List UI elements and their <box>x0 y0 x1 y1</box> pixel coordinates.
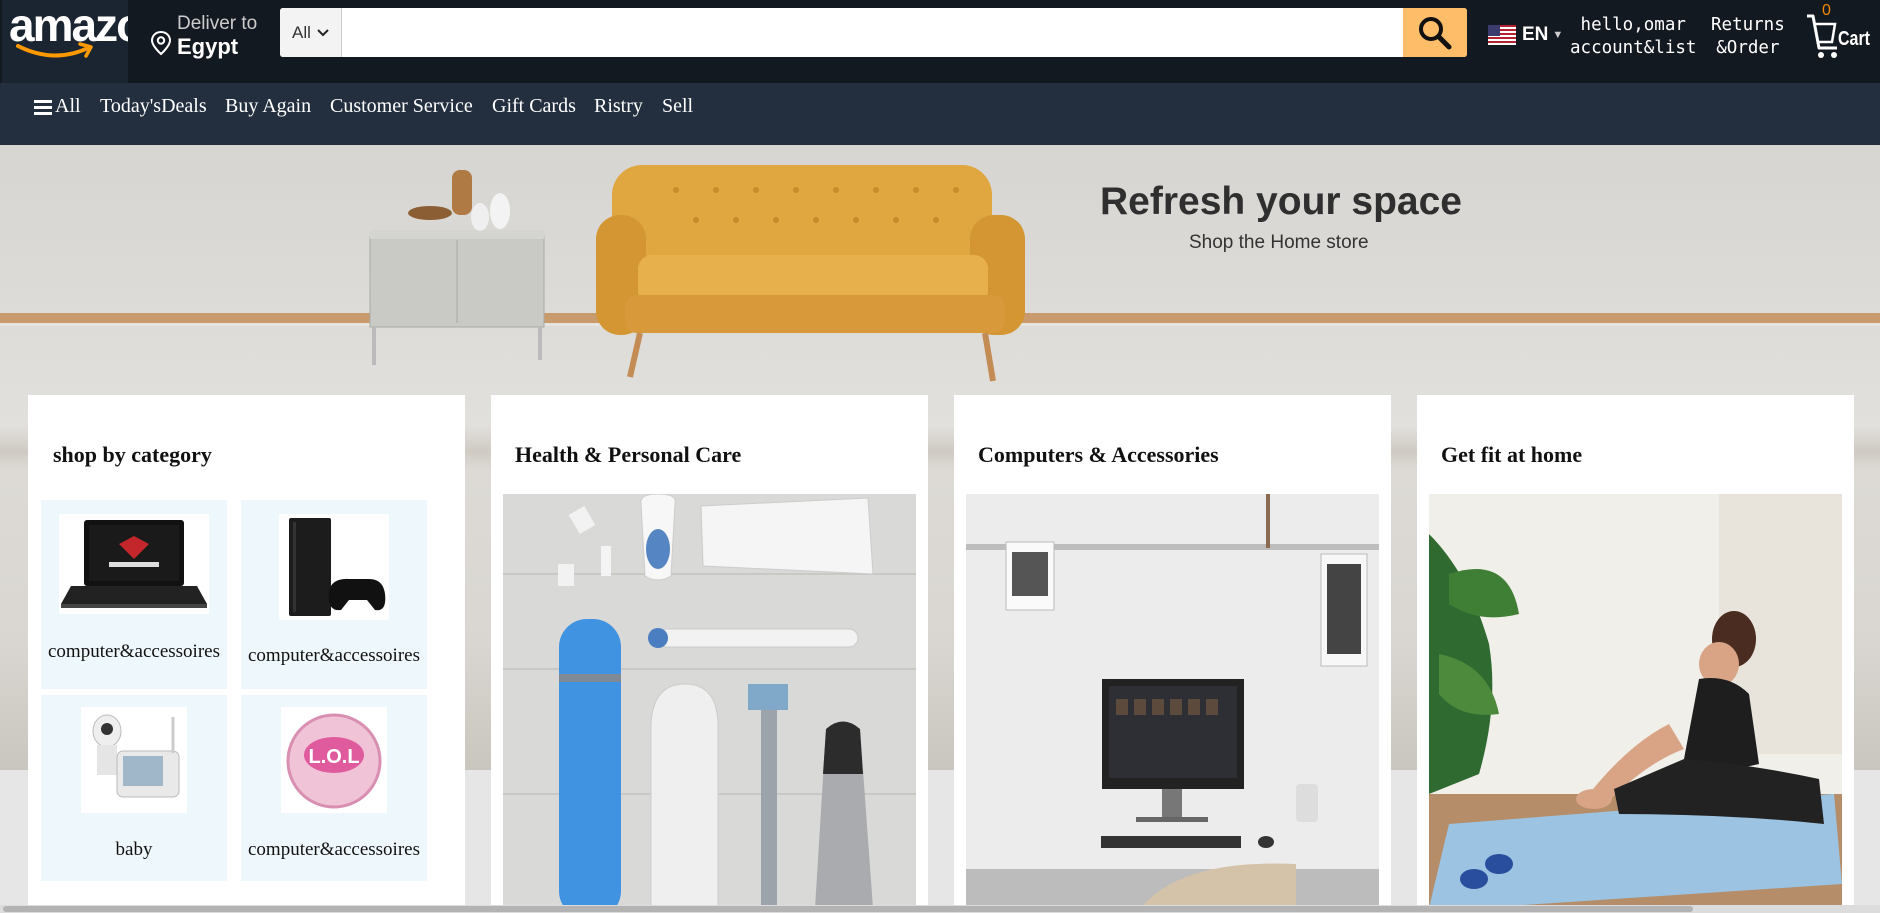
hero-title: Refresh your space <box>1100 180 1462 223</box>
card-title: Health & Personal Care <box>515 442 742 467</box>
nav-item-todays-deals[interactable]: Today'sDeals <box>100 95 207 118</box>
amazon-logo[interactable]: amazon <box>2 0 128 83</box>
card-computers-accessories[interactable]: Computers & Accessories <box>954 395 1391 913</box>
toy-ball-image: L.O.L <box>281 707 387 813</box>
language-selector[interactable]: EN ▼ <box>1488 24 1563 46</box>
us-flag-icon <box>1488 25 1516 45</box>
desktop-computer-image <box>966 494 1379 908</box>
laptop-image <box>59 514 209 614</box>
top-header: amazon Deliver to Egypt All <box>0 0 1880 83</box>
orders-label: &Order <box>1716 38 1780 58</box>
hamburger-icon <box>34 97 52 118</box>
deliver-label: Deliver to <box>177 13 258 34</box>
chevron-down-icon <box>317 28 329 36</box>
deliver-to[interactable]: Deliver to Egypt <box>150 12 268 62</box>
card-title[interactable]: shop by category <box>53 442 212 468</box>
baby-monitor-image <box>81 707 187 813</box>
game-console-image <box>279 514 389 620</box>
language-label: EN <box>1522 24 1549 45</box>
search-bar: All <box>280 8 1467 57</box>
category-tile[interactable]: baby <box>41 695 227 881</box>
nav-item-gift-cards[interactable]: Gift Cards <box>492 95 576 118</box>
personal-care-products-image <box>503 494 916 908</box>
category-tile-label: baby <box>115 839 153 860</box>
nav-bar: All Today'sDeals Buy Again Customer Serv… <box>0 83 1880 145</box>
horizontal-scrollbar[interactable] <box>0 905 1880 913</box>
cart-button[interactable]: 0 Cart <box>1805 2 1875 64</box>
returns-label: Returns <box>1711 15 1785 35</box>
search-input[interactable] <box>342 8 1403 57</box>
hero-subtitle: Shop the Home store <box>1189 232 1369 253</box>
nav-item-registry[interactable]: Ristry <box>594 95 643 118</box>
smile-arrow-icon <box>16 42 93 58</box>
cart-label: Cart <box>1838 28 1871 50</box>
caret-down-icon: ▼ <box>1552 29 1564 41</box>
category-tile-label: computer&accessoires <box>248 839 420 860</box>
category-tile-label: computer&accessoires <box>48 641 220 662</box>
location-pin-icon <box>150 30 172 56</box>
account-greeting: hello,omar <box>1580 15 1686 35</box>
card-health-personal-care[interactable]: Health & Personal Care <box>491 395 928 913</box>
nav-item-sell[interactable]: Sell <box>662 95 693 118</box>
account-menu[interactable]: hello,omar account&list <box>1570 14 1696 60</box>
nav-item-all-label: All <box>55 95 81 117</box>
card-shop-by-category: shop by category computer&accessoires co… <box>28 395 465 913</box>
nav-item-customer-service[interactable]: Customer Service <box>330 95 473 118</box>
deliver-location: Egypt <box>177 34 239 59</box>
search-category-select[interactable]: All <box>280 8 342 57</box>
woman-stretching-image <box>1429 494 1842 908</box>
returns-orders[interactable]: Returns &Order <box>1711 14 1785 60</box>
account-lists-label: account&list <box>1570 38 1697 58</box>
nav-all-menu[interactable]: All <box>34 95 81 118</box>
search-button[interactable] <box>1403 8 1467 57</box>
search-icon <box>1419 16 1452 49</box>
search-category-value: All <box>292 22 311 42</box>
cart-count: 0 <box>1822 2 1831 19</box>
scrollbar-thumb[interactable] <box>3 906 1693 912</box>
category-tile-label: computer&accessoires <box>248 645 420 666</box>
category-tile[interactable]: computer&accessoires <box>41 500 227 689</box>
card-title: Computers & Accessories <box>978 442 1219 467</box>
svg-text:L.O.L: L.O.L <box>308 746 359 768</box>
card-get-fit-at-home[interactable]: Get fit at home <box>1417 395 1854 913</box>
nav-item-buy-again[interactable]: Buy Again <box>225 95 311 118</box>
card-title: Get fit at home <box>1441 442 1583 467</box>
category-tile[interactable]: L.O.L computer&accessoires <box>241 695 427 881</box>
category-tile[interactable]: computer&accessoires <box>241 500 427 689</box>
